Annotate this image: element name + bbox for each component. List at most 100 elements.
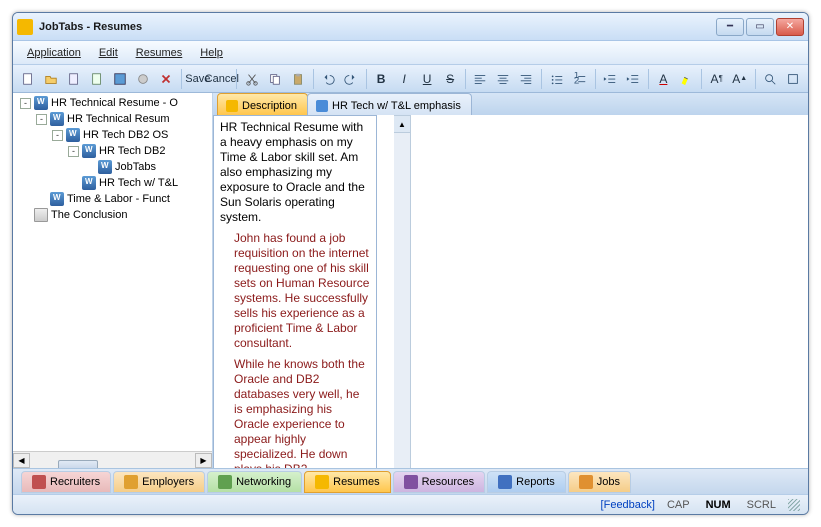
tree-node-label: HR Technical Resume - O	[51, 97, 178, 109]
word-doc-icon	[82, 176, 96, 190]
tab-hr-tech-w-t-l-emphasis[interactable]: HR Tech w/ T&L emphasis	[307, 93, 472, 115]
collapse-icon[interactable]: -	[36, 114, 47, 125]
tab-icon	[316, 100, 328, 112]
svg-text:2: 2	[574, 75, 579, 86]
module-tab-reports[interactable]: Reports	[487, 471, 566, 493]
tool-save-quick[interactable]	[109, 68, 131, 90]
collapse-icon[interactable]: -	[52, 130, 63, 141]
word-doc-icon	[98, 160, 112, 174]
align-left-button[interactable]	[469, 68, 491, 90]
minimize-button[interactable]: ━	[716, 18, 744, 36]
tree-node[interactable]: - HR Technical Resume - O	[13, 95, 212, 111]
align-right-button[interactable]	[515, 68, 537, 90]
scroll-up-arrow[interactable]: ▲	[394, 116, 410, 133]
module-tab-recruiters[interactable]: Recruiters	[21, 471, 111, 493]
description-editor[interactable]: HR Technical Resume with a heavy emphasi…	[213, 115, 377, 468]
tab-label: Description	[242, 100, 297, 112]
tool-new[interactable]	[17, 68, 39, 90]
module-tab-resumes[interactable]: Resumes	[304, 471, 390, 493]
window-title: JobTabs - Resumes	[39, 21, 716, 33]
caps-indicator: CAP	[663, 499, 694, 511]
module-tab-icon	[32, 475, 46, 489]
underline-button[interactable]: U	[416, 68, 438, 90]
highlight-button[interactable]	[675, 68, 697, 90]
module-tab-resources[interactable]: Resources	[393, 471, 486, 493]
tool-doc2[interactable]	[86, 68, 108, 90]
font-size-inc-button[interactable]: A▲	[729, 68, 751, 90]
find-button[interactable]	[759, 68, 781, 90]
scroll-left-arrow[interactable]: ◀	[13, 453, 30, 468]
resize-grip[interactable]	[788, 499, 800, 511]
tree-node[interactable]: -HR Tech DB2	[13, 143, 212, 159]
menu-edit[interactable]: Edit	[91, 45, 126, 61]
module-tab-icon	[124, 475, 138, 489]
outdent-button[interactable]	[599, 68, 621, 90]
tree-hscrollbar[interactable]: ◀ ▶	[13, 451, 212, 468]
editor-intro: HR Technical Resume with a heavy emphasi…	[220, 120, 370, 225]
module-tab-label: Employers	[142, 476, 194, 488]
strike-button[interactable]: S	[439, 68, 461, 90]
copy-button[interactable]	[264, 68, 286, 90]
text-doc-icon	[34, 208, 48, 222]
module-tab-networking[interactable]: Networking	[207, 471, 302, 493]
search-icon	[763, 72, 777, 86]
undo-button[interactable]	[317, 68, 339, 90]
align-center-button[interactable]	[492, 68, 514, 90]
indent-button[interactable]	[622, 68, 644, 90]
tree-spacer	[68, 178, 79, 189]
tree-node-label: The Conclusion	[51, 209, 127, 221]
tree-node[interactable]: -HR Technical Resum	[13, 111, 212, 127]
menu-application[interactable]: Application	[19, 45, 89, 61]
tool-doc1[interactable]	[63, 68, 85, 90]
collapse-icon[interactable]: -	[20, 98, 31, 109]
feedback-link[interactable]: [Feedback]	[601, 499, 655, 511]
paste-button[interactable]	[287, 68, 309, 90]
word-doc-icon	[66, 128, 80, 142]
document-tabs: Description HR Tech w/ T&L emphasis	[213, 93, 808, 115]
tree-spacer	[20, 210, 31, 221]
numbering-button[interactable]: 12	[569, 68, 591, 90]
tree-spacer	[84, 162, 95, 173]
redo-button[interactable]	[340, 68, 362, 90]
collapse-icon[interactable]: -	[68, 146, 79, 157]
copy-icon	[268, 72, 282, 86]
highlighter-icon	[679, 72, 693, 86]
scissors-icon	[245, 72, 259, 86]
tree-node[interactable]: The Conclusion	[13, 207, 212, 223]
word-doc-icon	[50, 112, 64, 126]
tree-node-label: HR Tech w/ T&L	[99, 177, 178, 189]
tab-icon	[226, 100, 238, 112]
tree-node[interactable]: -HR Tech DB2 OS	[13, 127, 212, 143]
module-tab-employers[interactable]: Employers	[113, 471, 205, 493]
tool-delete[interactable]	[155, 68, 177, 90]
tree-node[interactable]: JobTabs	[13, 159, 212, 175]
module-tab-jobs[interactable]: Jobs	[568, 471, 631, 493]
italic-button[interactable]: I	[393, 68, 415, 90]
close-button[interactable]: ✕	[776, 18, 804, 36]
scroll-right-arrow[interactable]: ▶	[195, 453, 212, 468]
cancel-button[interactable]: Cancel	[208, 68, 232, 90]
module-tab-label: Resources	[422, 476, 475, 488]
menu-resumes[interactable]: Resumes	[128, 45, 190, 61]
tree-node[interactable]: Time & Labor - Funct	[13, 191, 212, 207]
module-tab-icon	[498, 475, 512, 489]
tool-misc1[interactable]	[132, 68, 154, 90]
editor-vscrollbar[interactable]: ▲ ▼	[394, 115, 411, 468]
tool-end[interactable]	[782, 68, 804, 90]
tree-node[interactable]: HR Tech w/ T&L	[13, 175, 212, 191]
maximize-button[interactable]: ▭	[746, 18, 774, 36]
resume-tree[interactable]: -HR Technical Resume - O-HR Technical Re…	[13, 93, 212, 451]
module-tab-icon	[315, 475, 329, 489]
module-tab-label: Resumes	[333, 476, 379, 488]
scroll-thumb[interactable]	[58, 460, 98, 468]
cut-button[interactable]	[241, 68, 263, 90]
bold-button[interactable]: B	[370, 68, 392, 90]
font-color-button[interactable]: A	[652, 68, 674, 90]
tab-description[interactable]: Description	[217, 93, 308, 115]
module-tab-icon	[218, 475, 232, 489]
menu-help[interactable]: Help	[192, 45, 231, 61]
font-button[interactable]: A¶	[706, 68, 728, 90]
module-tabs: Recruiters Employers Networking Resumes Reso…	[13, 468, 808, 494]
tool-open[interactable]	[40, 68, 62, 90]
bullets-button[interactable]	[546, 68, 568, 90]
